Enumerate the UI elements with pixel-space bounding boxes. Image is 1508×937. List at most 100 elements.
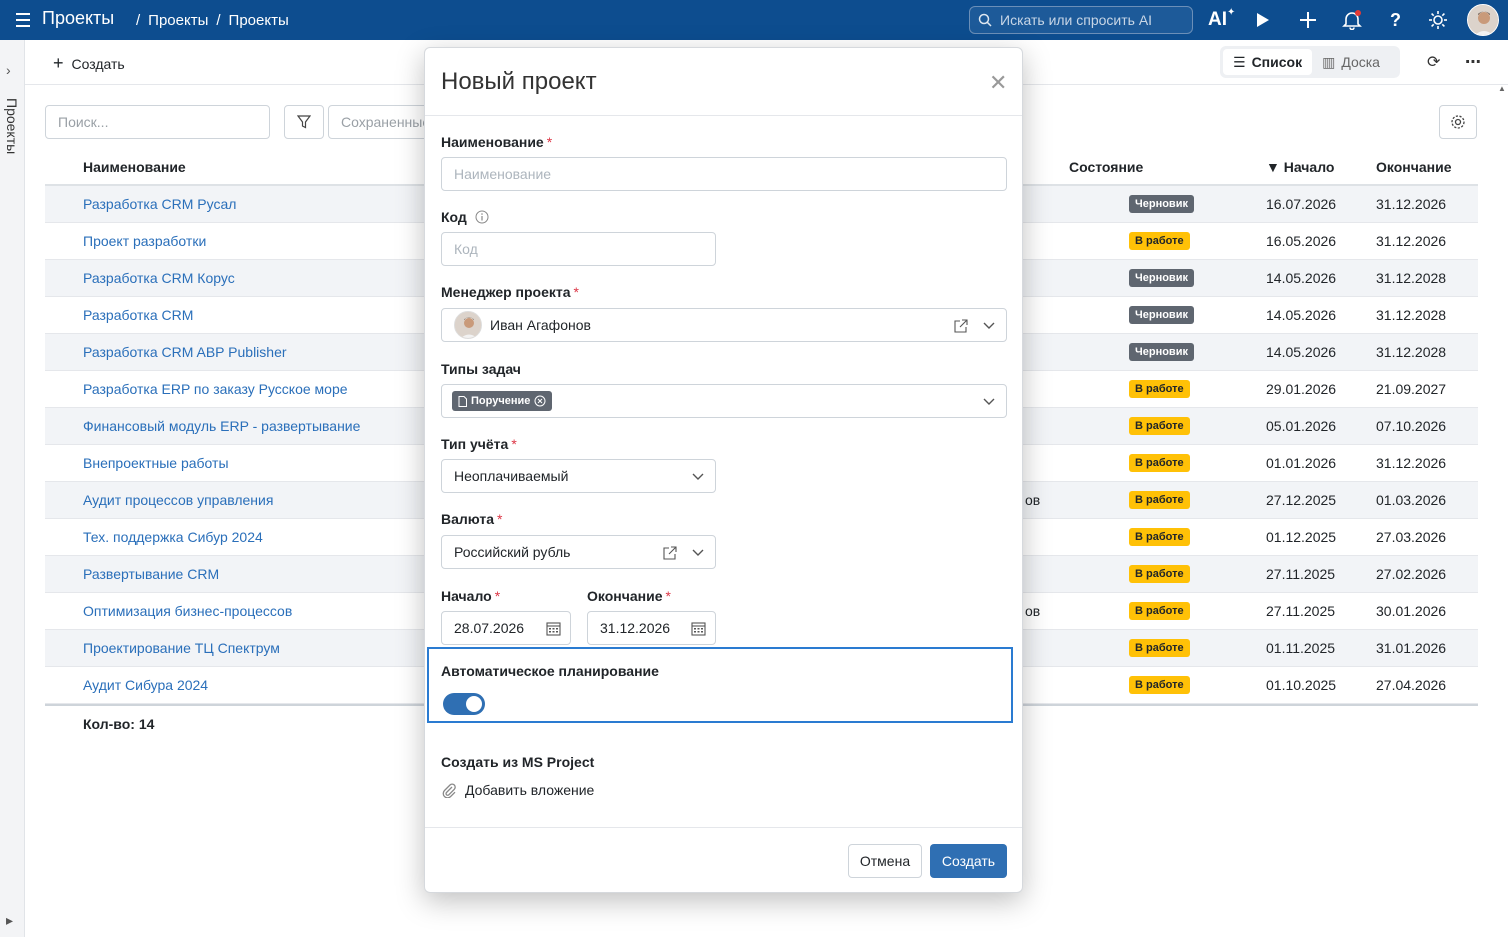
add-attachment-button[interactable]: Добавить вложение [441,782,594,798]
calendar-icon[interactable] [691,621,706,636]
chevron-down-icon[interactable] [982,394,996,408]
chevron-down-icon[interactable] [691,545,705,559]
project-link[interactable]: Разработка CRM Корус [83,270,235,286]
project-link[interactable]: Аудит процессов управления [83,492,273,508]
start-date: 27.11.2025 [1266,566,1336,582]
manager-label-text: Менеджер проекта [441,284,571,300]
end-label: Окончание * [587,588,671,604]
required-marker: * [546,134,553,150]
new-project-dialog: Новый проект ✕ Наименование * Наименовани… [424,47,1023,893]
global-search-input[interactable]: Искать или спросить AI [969,6,1193,34]
manager-label: Менеджер проекта * [441,284,579,300]
toggle-knob [466,696,482,712]
project-link[interactable]: Разработка CRM Русал [83,196,236,212]
manager-select[interactable]: Иван Агафонов [441,308,1007,342]
external-link-icon[interactable] [663,546,677,560]
create-button[interactable]: + Создать [53,53,125,74]
remove-tag-icon[interactable] [534,395,546,407]
chevron-right-icon[interactable]: › [6,62,11,78]
project-link[interactable]: Разработка CRM [83,307,193,323]
task-types-select[interactable]: Поручение [441,384,1007,418]
cancel-button[interactable]: Отмена [848,844,922,878]
scroll-up-icon[interactable]: ▲ [1498,84,1506,93]
bell-icon[interactable] [1342,8,1362,32]
view-list-tab[interactable]: ☰ Список [1223,49,1313,75]
status-badge: В работе [1129,565,1190,583]
project-link[interactable]: Проектирование ТЦ Спектрум [83,640,280,656]
breadcrumb-separator: / [216,12,221,29]
create-label: Создать [71,55,125,72]
project-link[interactable]: Финансовый модуль ERP - развертывание [83,418,360,434]
manager-avatar [454,311,482,339]
name-label-text: Наименование [441,134,544,150]
end-date-input[interactable]: 31.12.2026 [587,611,716,645]
chevron-down-icon[interactable] [691,469,705,483]
status-badge: В работе [1129,676,1190,694]
document-icon [458,395,467,407]
help-icon[interactable]: ? [1390,8,1401,32]
manager-value: Иван Агафонов [490,317,591,333]
table-settings-button[interactable] [1439,105,1477,139]
ms-project-label: Создать из MS Project [441,754,595,770]
breadcrumb-item[interactable]: Проекты [148,12,208,29]
filter-button[interactable] [284,105,324,139]
theme-icon[interactable] [1429,8,1447,32]
auto-planning-toggle[interactable] [443,693,485,715]
project-link[interactable]: Оптимизация бизнес-процессов [83,603,292,619]
auto-planning-section: Автоматическое планирование [427,647,1013,723]
cell-text: ов [1025,492,1041,508]
calendar-icon[interactable] [546,621,561,636]
column-header-start[interactable]: ▼ Начало [1266,159,1334,175]
user-avatar[interactable] [1467,4,1499,36]
end-date-value: 31.12.2026 [600,620,671,636]
rail-label[interactable]: Проекты [4,98,20,154]
view-board-label: Доска [1341,54,1380,70]
chevron-down-icon[interactable] [982,318,996,332]
status-badge: В работе [1129,232,1190,250]
currency-select[interactable]: Российский рубль [441,535,716,569]
view-board-tab[interactable]: ▥ Доска [1312,49,1390,75]
plus-icon: + [53,53,64,73]
refresh-icon[interactable]: ⟳ [1427,52,1440,72]
more-icon[interactable]: ⋯ [1465,52,1481,72]
project-link[interactable]: Внепроектные работы [83,455,229,471]
accounting-label-text: Тип учёта [441,436,509,452]
menu-icon[interactable] [12,10,34,30]
column-header-end[interactable]: Окончание [1376,159,1451,175]
saved-filters-button[interactable]: Сохраненные фильтры [328,105,438,139]
project-link[interactable]: Разработка ERP по заказу Русское море [83,381,348,397]
ai-assistant-button[interactable]: AI ✦ [1208,7,1235,32]
end-date: 31.12.2028 [1376,344,1447,360]
status-badge: Черновик [1129,269,1194,287]
app-title[interactable]: Проекты [42,8,114,29]
play-icon[interactable] [1256,8,1270,32]
start-date: 14.05.2026 [1266,307,1337,323]
info-icon[interactable] [475,210,489,224]
breadcrumb-item[interactable]: Проекты [229,12,289,29]
accounting-select[interactable]: Неоплачиваемый [441,459,716,493]
chevron-right-icon[interactable]: ▸ [6,912,13,929]
external-link-icon[interactable] [954,319,968,333]
status-badge: В работе [1129,602,1190,620]
project-link[interactable]: Проект разработки [83,233,206,249]
end-date: 30.01.2026 [1376,603,1447,619]
column-header-state[interactable]: Состояние [1069,159,1143,175]
plus-icon[interactable] [1299,8,1317,32]
project-link[interactable]: Развертывание CRM [83,566,219,582]
name-input[interactable]: Наименование [441,157,1007,191]
add-attachment-label: Добавить вложение [465,782,595,798]
code-input[interactable]: Код [441,232,716,266]
status-badge: Черновик [1129,195,1194,213]
auto-planning-label: Автоматическое планирование [441,663,659,679]
column-header-name[interactable]: Наименование [83,159,186,175]
project-link[interactable]: Тех. поддержка Сибур 2024 [83,529,263,545]
project-link[interactable]: Разработка CRM ABP Publisher [83,344,287,360]
start-date-input[interactable]: 28.07.2026 [441,611,571,645]
table-search-input[interactable]: Поиск... [45,105,270,139]
project-link[interactable]: Аудит Сибура 2024 [83,677,208,693]
close-icon[interactable]: ✕ [989,70,1007,96]
required-marker: * [494,588,501,604]
start-date: 14.05.2026 [1266,344,1337,360]
breadcrumb-separator: / [136,12,141,29]
create-project-button[interactable]: Создать [930,844,1007,878]
